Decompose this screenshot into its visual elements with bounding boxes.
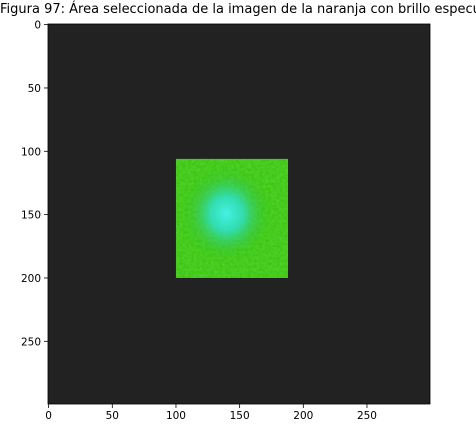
- y-tick-label: 250: [21, 336, 41, 348]
- plot-area: 0 50 100 150 200 250 0 50 100 150 200 250: [21, 20, 431, 422]
- x-tick-label: 200: [293, 410, 313, 422]
- y-tick-label: 0: [34, 20, 41, 32]
- y-tick-label: 100: [21, 146, 41, 158]
- x-tick-label: 50: [106, 410, 119, 422]
- y-tick-label: 50: [28, 83, 41, 95]
- specular-highlight: [175, 158, 289, 278]
- y-tick-label: 200: [21, 273, 41, 285]
- x-tick-label: 100: [166, 410, 186, 422]
- figure: Figura 97: Área seleccionada de la image…: [0, 0, 476, 429]
- x-tick-label: 0: [45, 410, 52, 422]
- x-tick-label: 150: [230, 410, 250, 422]
- y-tick-label: 150: [21, 210, 41, 222]
- x-tick-label: 250: [357, 410, 377, 422]
